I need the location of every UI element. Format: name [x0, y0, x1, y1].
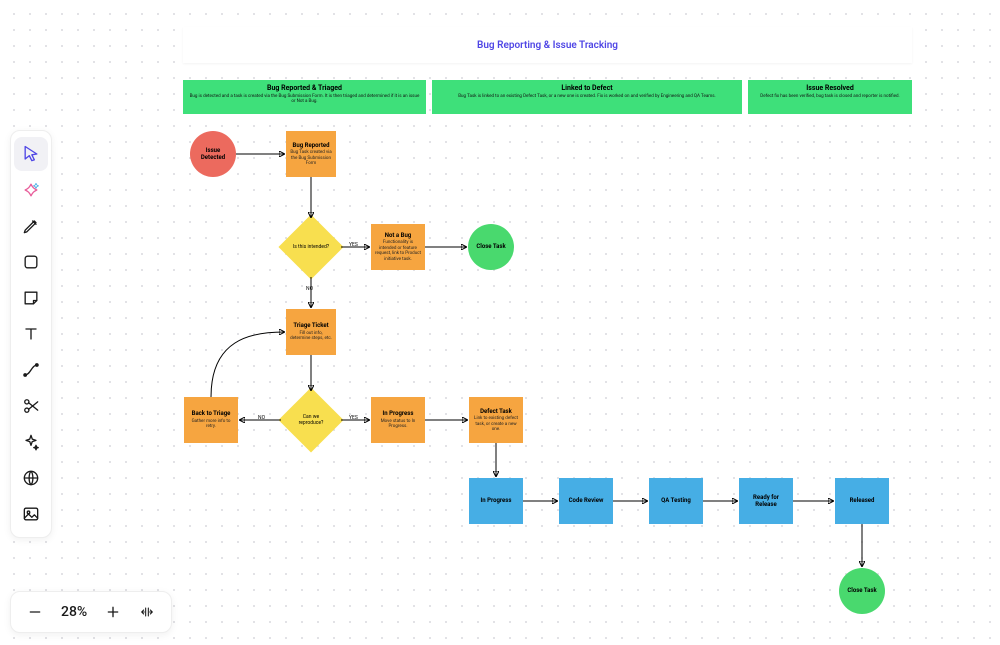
- node-decision-intended[interactable]: Is this intended?: [288, 224, 334, 270]
- edge-label-yes-2: YES: [349, 415, 358, 421]
- zoom-out-button[interactable]: [21, 598, 49, 626]
- node-decision-repro[interactable]: Can we reproduce?: [288, 397, 334, 443]
- phase-desc: Bug Task is linked to an existing Defect…: [438, 94, 736, 99]
- node-title: Not a Bug: [385, 232, 411, 240]
- phase-resolved[interactable]: Issue Resolved Defect fix has been verif…: [748, 80, 912, 114]
- node-title: Issue Detected: [194, 147, 232, 162]
- phase-triaged[interactable]: Bug Reported & Triaged Bug is detected a…: [183, 80, 426, 114]
- toolbar: [10, 130, 52, 538]
- tool-pen[interactable]: [14, 209, 48, 243]
- tool-ai[interactable]: [14, 173, 48, 207]
- tool-shape[interactable]: [14, 245, 48, 279]
- node-desc: Fill out info, determine steps, etc.: [290, 331, 332, 342]
- node-title: In Progress: [481, 497, 512, 505]
- node-title: Can we reproduce?: [291, 414, 331, 427]
- zoom-value[interactable]: 28%: [55, 604, 93, 620]
- node-close-task-1[interactable]: Close Task: [468, 224, 514, 270]
- tool-connector[interactable]: [14, 353, 48, 387]
- zoom-in-button[interactable]: [99, 598, 127, 626]
- node-qa-testing[interactable]: QA Testing: [649, 478, 703, 524]
- node-title: Released: [850, 497, 875, 505]
- node-not-a-bug[interactable]: Not a Bug Functionality is intended or f…: [371, 224, 425, 270]
- node-released[interactable]: Released: [835, 478, 889, 524]
- tool-select[interactable]: [14, 137, 48, 171]
- node-issue-detected[interactable]: Issue Detected: [190, 131, 236, 177]
- zoom-fit-button[interactable]: [133, 598, 161, 626]
- node-title: Code Review: [569, 497, 604, 505]
- node-desc: Move status to In Progress.: [375, 419, 421, 430]
- node-bug-reported[interactable]: Bug Reported Bug Task created via the Bu…: [286, 131, 336, 177]
- phase-desc: Defect fix has been verified, bug task i…: [754, 94, 906, 99]
- node-in-progress-2[interactable]: In Progress: [469, 478, 523, 524]
- node-desc: Functionality is intended or feature req…: [375, 240, 421, 262]
- node-title: Ready for Release: [743, 494, 789, 509]
- tool-scissors[interactable]: [14, 389, 48, 423]
- node-title: QA Testing: [661, 497, 691, 505]
- phase-linked[interactable]: Linked to Defect Bug Task is linked to a…: [432, 80, 742, 114]
- node-close-task-2[interactable]: Close Task: [839, 568, 885, 614]
- diagram-title-text: Bug Reporting & Issue Tracking: [477, 40, 618, 51]
- node-back-to-triage[interactable]: Back to Triage Gather more info to retry…: [184, 397, 238, 443]
- tool-sticky-note[interactable]: [14, 281, 48, 315]
- tool-globe[interactable]: [14, 461, 48, 495]
- node-title: Close Task: [847, 587, 876, 595]
- node-title: Back to Triage: [192, 410, 231, 418]
- node-title: Is this intended?: [291, 244, 331, 250]
- tool-text[interactable]: [14, 317, 48, 351]
- node-in-progress-1[interactable]: In Progress Move status to In Progress.: [371, 397, 425, 443]
- node-title: Close Task: [476, 243, 505, 251]
- tool-image[interactable]: [14, 497, 48, 531]
- diagram-title[interactable]: Bug Reporting & Issue Tracking: [183, 27, 912, 63]
- tool-magic[interactable]: [14, 425, 48, 459]
- phase-title: Issue Resolved: [754, 84, 906, 92]
- node-title: In Progress: [383, 410, 414, 418]
- edge-label-no-1: NO: [306, 286, 313, 292]
- node-title: Triage Ticket: [293, 322, 328, 330]
- node-desc: Link to existing defect task, or create …: [473, 416, 519, 432]
- node-desc: Bug Task created via the Bug Submission …: [290, 150, 332, 166]
- edge-label-yes-1: YES: [349, 242, 358, 248]
- edge-label-no-2: NO: [258, 415, 265, 421]
- phase-desc: Bug is detected and a task is created vi…: [189, 94, 420, 105]
- node-defect-task[interactable]: Defect Task Link to existing defect task…: [469, 397, 523, 443]
- node-ready-release[interactable]: Ready for Release: [739, 478, 793, 524]
- phase-title: Linked to Defect: [438, 84, 736, 92]
- node-title: Bug Reported: [293, 142, 330, 150]
- node-desc: Gather more info to retry.: [188, 419, 234, 430]
- phase-title: Bug Reported & Triaged: [189, 84, 420, 92]
- zoom-bar: 28%: [10, 591, 172, 633]
- node-title: Defect Task: [480, 408, 512, 416]
- node-triage-ticket[interactable]: Triage Ticket Fill out info, determine s…: [286, 309, 336, 355]
- node-code-review[interactable]: Code Review: [559, 478, 613, 524]
